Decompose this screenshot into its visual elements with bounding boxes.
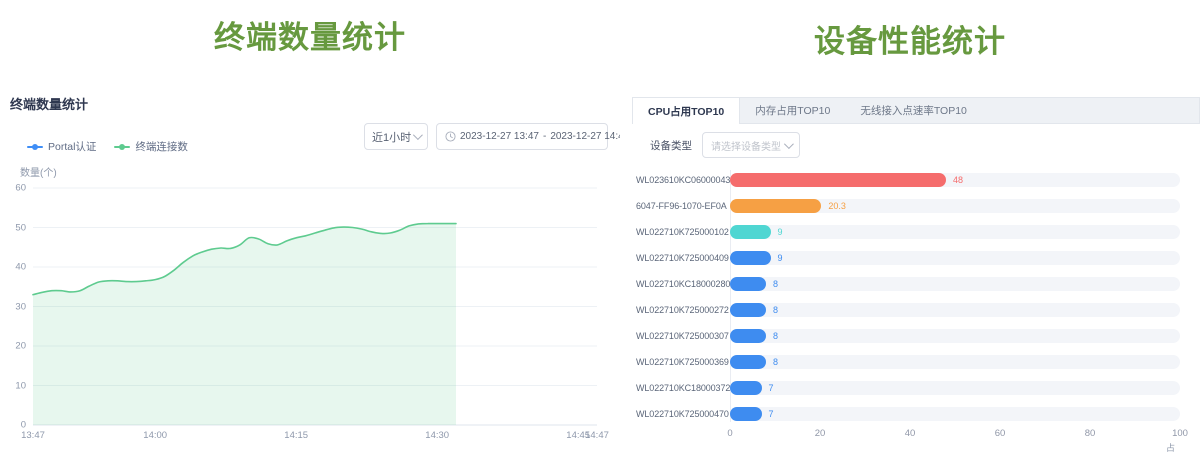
bar <box>730 225 771 239</box>
x-tick-label: 14:15 <box>284 430 308 441</box>
bar-value-label: 9 <box>778 225 783 239</box>
x-tick-label: 100 <box>1172 428 1188 439</box>
device-label: WL023610KC06000043 <box>636 173 722 187</box>
legend-label: Portal认证 <box>48 139 96 154</box>
time-range-select[interactable]: 近1小时 <box>364 123 428 150</box>
y-tick-label: 60 <box>15 183 26 194</box>
device-performance-panel: 设备性能统计 CPU占用TOP10 内存占用TOP10 无线接入点速率TOP10… <box>620 0 1200 456</box>
left-heading: 终端数量统计 <box>0 12 620 57</box>
bar-track <box>730 407 1180 421</box>
dashboard: 终端数量统计 终端数量统计 近1小时 2023-12-27 13:47 - 20… <box>0 0 1200 456</box>
legend-label: 终端连接数 <box>135 139 188 154</box>
bar-value-label: 7 <box>769 381 774 395</box>
bar-value-label: 8 <box>773 355 778 369</box>
bar <box>730 277 766 291</box>
clock-icon <box>445 131 456 142</box>
bar-track <box>730 251 1180 265</box>
bar <box>730 407 762 421</box>
device-label: WL022710KC18000372 <box>636 381 722 395</box>
device-label: WL022710K725000102 <box>636 225 722 239</box>
date-range-start: 2023-12-27 13:47 <box>460 131 539 142</box>
x-tick-label: 20 <box>815 428 826 439</box>
bar-track <box>730 303 1180 317</box>
terminal-count-panel: 终端数量统计 终端数量统计 近1小时 2023-12-27 13:47 - 20… <box>0 0 620 456</box>
device-label: WL022710KC18000280 <box>636 277 722 291</box>
device-label: WL022710K725000272 <box>636 303 722 317</box>
bar <box>730 199 821 213</box>
left-panel-title: 终端数量统计 <box>10 94 88 113</box>
bar <box>730 251 771 265</box>
bar-track <box>730 355 1180 369</box>
bar-value-label: 20.3 <box>828 199 846 213</box>
chart-legend: Portal认证 终端连接数 <box>27 139 188 154</box>
bar <box>730 303 766 317</box>
series-area <box>33 224 456 425</box>
device-label: WL022710K725000470 <box>636 407 722 421</box>
y-axis-name: 数量(个) <box>20 164 57 179</box>
date-range-picker[interactable]: 2023-12-27 13:47 - 2023-12-27 14:47 <box>436 123 608 150</box>
x-tick-label: 60 <box>995 428 1006 439</box>
bar-value-label: 8 <box>773 303 778 317</box>
bar-track <box>730 225 1180 239</box>
y-tick-label: 0 <box>21 420 26 431</box>
date-range-separator: - <box>543 131 546 142</box>
chevron-down-icon <box>413 130 423 140</box>
x-axis-name: 占用率(%) <box>1166 441 1183 456</box>
bar-track <box>730 329 1180 343</box>
time-controls: 近1小时 2023-12-27 13:47 - 2023-12-27 14:47 <box>364 123 608 150</box>
date-range-end: 2023-12-27 14:47 <box>550 131 629 142</box>
device-label: WL022710K725000307 <box>636 329 722 343</box>
x-tick-label: 14:30 <box>425 430 449 441</box>
x-tick-label: 13:47 <box>21 430 45 441</box>
y-tick-label: 50 <box>15 222 26 233</box>
bar <box>730 381 762 395</box>
y-tick-label: 20 <box>15 341 26 352</box>
bar-value-label: 8 <box>773 277 778 291</box>
bar-track <box>730 381 1180 395</box>
x-tick-label: 14:00 <box>143 430 167 441</box>
legend-item[interactable]: Portal认证 <box>27 139 96 154</box>
legend-marker-icon <box>114 146 130 148</box>
legend-item[interactable]: 终端连接数 <box>114 139 188 154</box>
time-range-value: 近1小时 <box>372 129 411 145</box>
cpu-top10-chart: WL023610KC06000043 48 6047-FF96-1070-EF0A 2… <box>620 0 1200 456</box>
x-tick-label: 80 <box>1085 428 1096 439</box>
x-tick-label: 40 <box>905 428 916 439</box>
bar <box>730 329 766 343</box>
bar <box>730 173 946 187</box>
device-label: WL022710K725000369 <box>636 355 722 369</box>
bar-track <box>730 277 1180 291</box>
device-label: WL022710K725000409 <box>636 251 722 265</box>
device-label: 6047-FF96-1070-EF0A <box>636 199 722 213</box>
legend-marker-icon <box>27 146 43 148</box>
bar-value-label: 7 <box>769 407 774 421</box>
y-tick-label: 30 <box>15 301 26 312</box>
bar-value-label: 8 <box>773 329 778 343</box>
y-tick-label: 40 <box>15 262 26 273</box>
x-tick-label: 14:47 <box>585 430 609 441</box>
bar <box>730 355 766 369</box>
bar-value-label: 9 <box>778 251 783 265</box>
x-tick-label: 0 <box>727 428 732 439</box>
y-tick-label: 10 <box>15 380 26 391</box>
bar-value-label: 48 <box>953 173 963 187</box>
terminal-count-chart: 010203040506013:4714:0014:1514:3014:4514… <box>33 183 597 425</box>
